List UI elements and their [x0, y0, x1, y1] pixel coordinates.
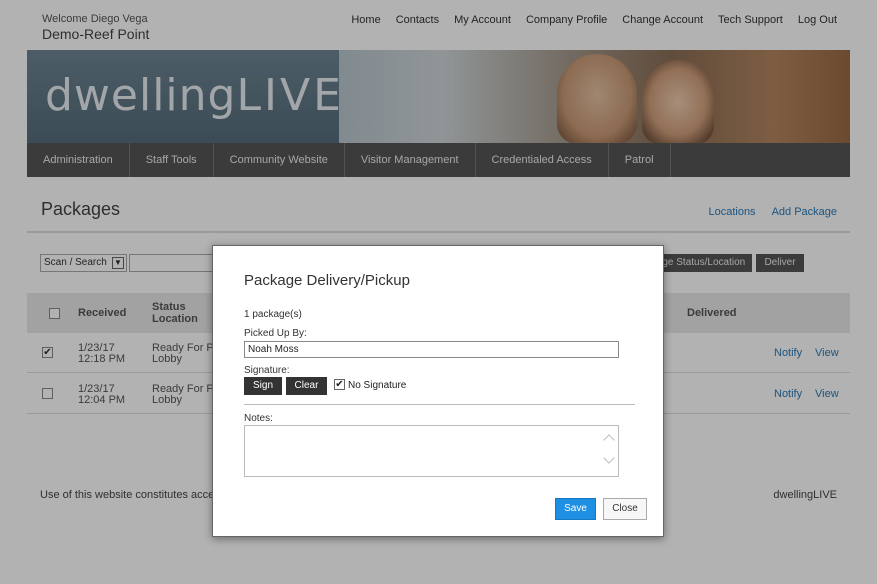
scroll-up-icon[interactable]	[603, 434, 615, 446]
scroll-down-icon[interactable]	[603, 452, 615, 464]
picked-up-label: Picked Up By:	[244, 328, 307, 339]
package-count: 1 package(s)	[244, 309, 302, 320]
clear-button[interactable]: Clear	[286, 377, 327, 395]
save-button[interactable]: Save	[555, 498, 596, 520]
notes-textarea[interactable]	[244, 425, 619, 477]
signature-label: Signature:	[244, 365, 290, 376]
dialog-title: Package Delivery/Pickup	[244, 272, 410, 289]
close-button[interactable]: Close	[603, 498, 647, 520]
package-delivery-dialog: Package Delivery/Pickup 1 package(s) Pic…	[212, 245, 664, 537]
dialog-divider	[244, 404, 635, 405]
no-signature-checkbox[interactable]: ✔	[334, 379, 345, 390]
no-signature-label: No Signature	[348, 380, 407, 391]
notes-label: Notes:	[244, 413, 273, 424]
sign-button[interactable]: Sign	[244, 377, 282, 395]
picked-up-by-input[interactable]: Noah Moss	[244, 341, 619, 358]
